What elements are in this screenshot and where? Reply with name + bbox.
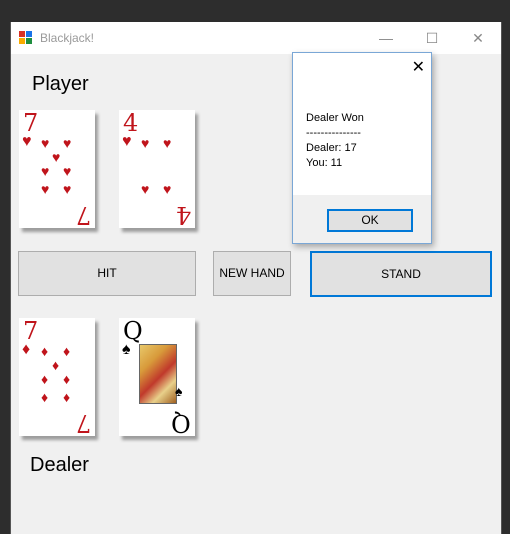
heart-icon: ♥ [22,133,32,150]
maximize-button[interactable]: ☐ [409,22,455,54]
spade-icon: ♠ [175,383,183,399]
title-bar[interactable]: Blackjack! — ☐ ✕ [11,22,501,54]
heart-icon: ♥ [141,135,150,151]
diamond-icon: ♦ [41,343,49,359]
spade-icon: ♠ [122,341,131,358]
heart-icon: ♥ [163,135,172,151]
result-dialog: ✕ Dealer Won --------------- Dealer: 17 … [292,52,432,244]
dialog-message: Dealer Won --------------- Dealer: 17 Yo… [306,111,364,171]
diamond-icon: ♦ [63,389,71,405]
ok-button[interactable]: OK [327,209,413,232]
dealer-card-2: Q ♠ ♠ Q [119,318,195,436]
heart-icon: ♥ [41,135,50,151]
queen-face-illustration [139,344,177,404]
window-title: Blackjack! [40,31,95,45]
card-rank: 4 [123,110,139,137]
heart-icon: ♥ [63,163,72,179]
diamond-icon: ♦ [63,343,71,359]
card-rank-inverted: 7 [75,201,91,228]
dialog-line-result: Dealer Won [306,112,364,124]
close-icon[interactable]: ✕ [412,57,425,77]
heart-icon: ♥ [41,181,50,197]
dealer-label: Dealer [30,454,89,476]
heart-icon: ♥ [63,181,72,197]
heart-icon: ♥ [63,135,72,151]
heart-icon: ♥ [163,181,172,197]
diamond-icon: ♦ [41,371,49,387]
card-rank-inverted: 7 [75,409,91,436]
card-rank: Q [123,318,143,345]
dealer-card-1: 7 ♦ ♦ ♦ ♦ ♦ ♦ ♦ ♦ 7 [19,318,95,436]
dialog-content-area: ✕ Dealer Won --------------- Dealer: 17 … [293,53,431,195]
close-button[interactable]: ✕ [455,22,501,54]
diamond-icon: ♦ [22,341,31,358]
dialog-line-dealer-score: Dealer: 17 [306,142,357,154]
card-rank: 7 [23,110,39,137]
diamond-icon: ♦ [63,371,71,387]
stand-button[interactable]: STAND [310,251,492,297]
card-rank-inverted: Q [171,409,191,436]
minimize-button[interactable]: — [363,22,409,54]
heart-icon: ♥ [52,149,61,165]
card-rank-inverted: 4 [175,201,191,228]
diamond-icon: ♦ [41,389,49,405]
card-rank: 7 [23,318,39,345]
heart-icon: ♥ [141,181,150,197]
player-card-2: 4 ♥ ♥ ♥ ♥ ♥ 4 [119,110,195,228]
heart-icon: ♥ [41,163,50,179]
diamond-icon: ♦ [52,357,60,373]
app-icon [19,31,33,45]
player-label: Player [32,73,89,95]
heart-icon: ♥ [122,133,132,150]
player-card-1: 7 ♥ ♥ ♥ ♥ ♥ ♥ ♥ ♥ 7 [19,110,95,228]
dialog-line-separator: --------------- [306,127,361,139]
hit-button[interactable]: HIT [18,251,196,296]
new-hand-button[interactable]: NEW HAND [213,251,291,296]
dialog-line-player-score: You: 11 [306,157,343,169]
